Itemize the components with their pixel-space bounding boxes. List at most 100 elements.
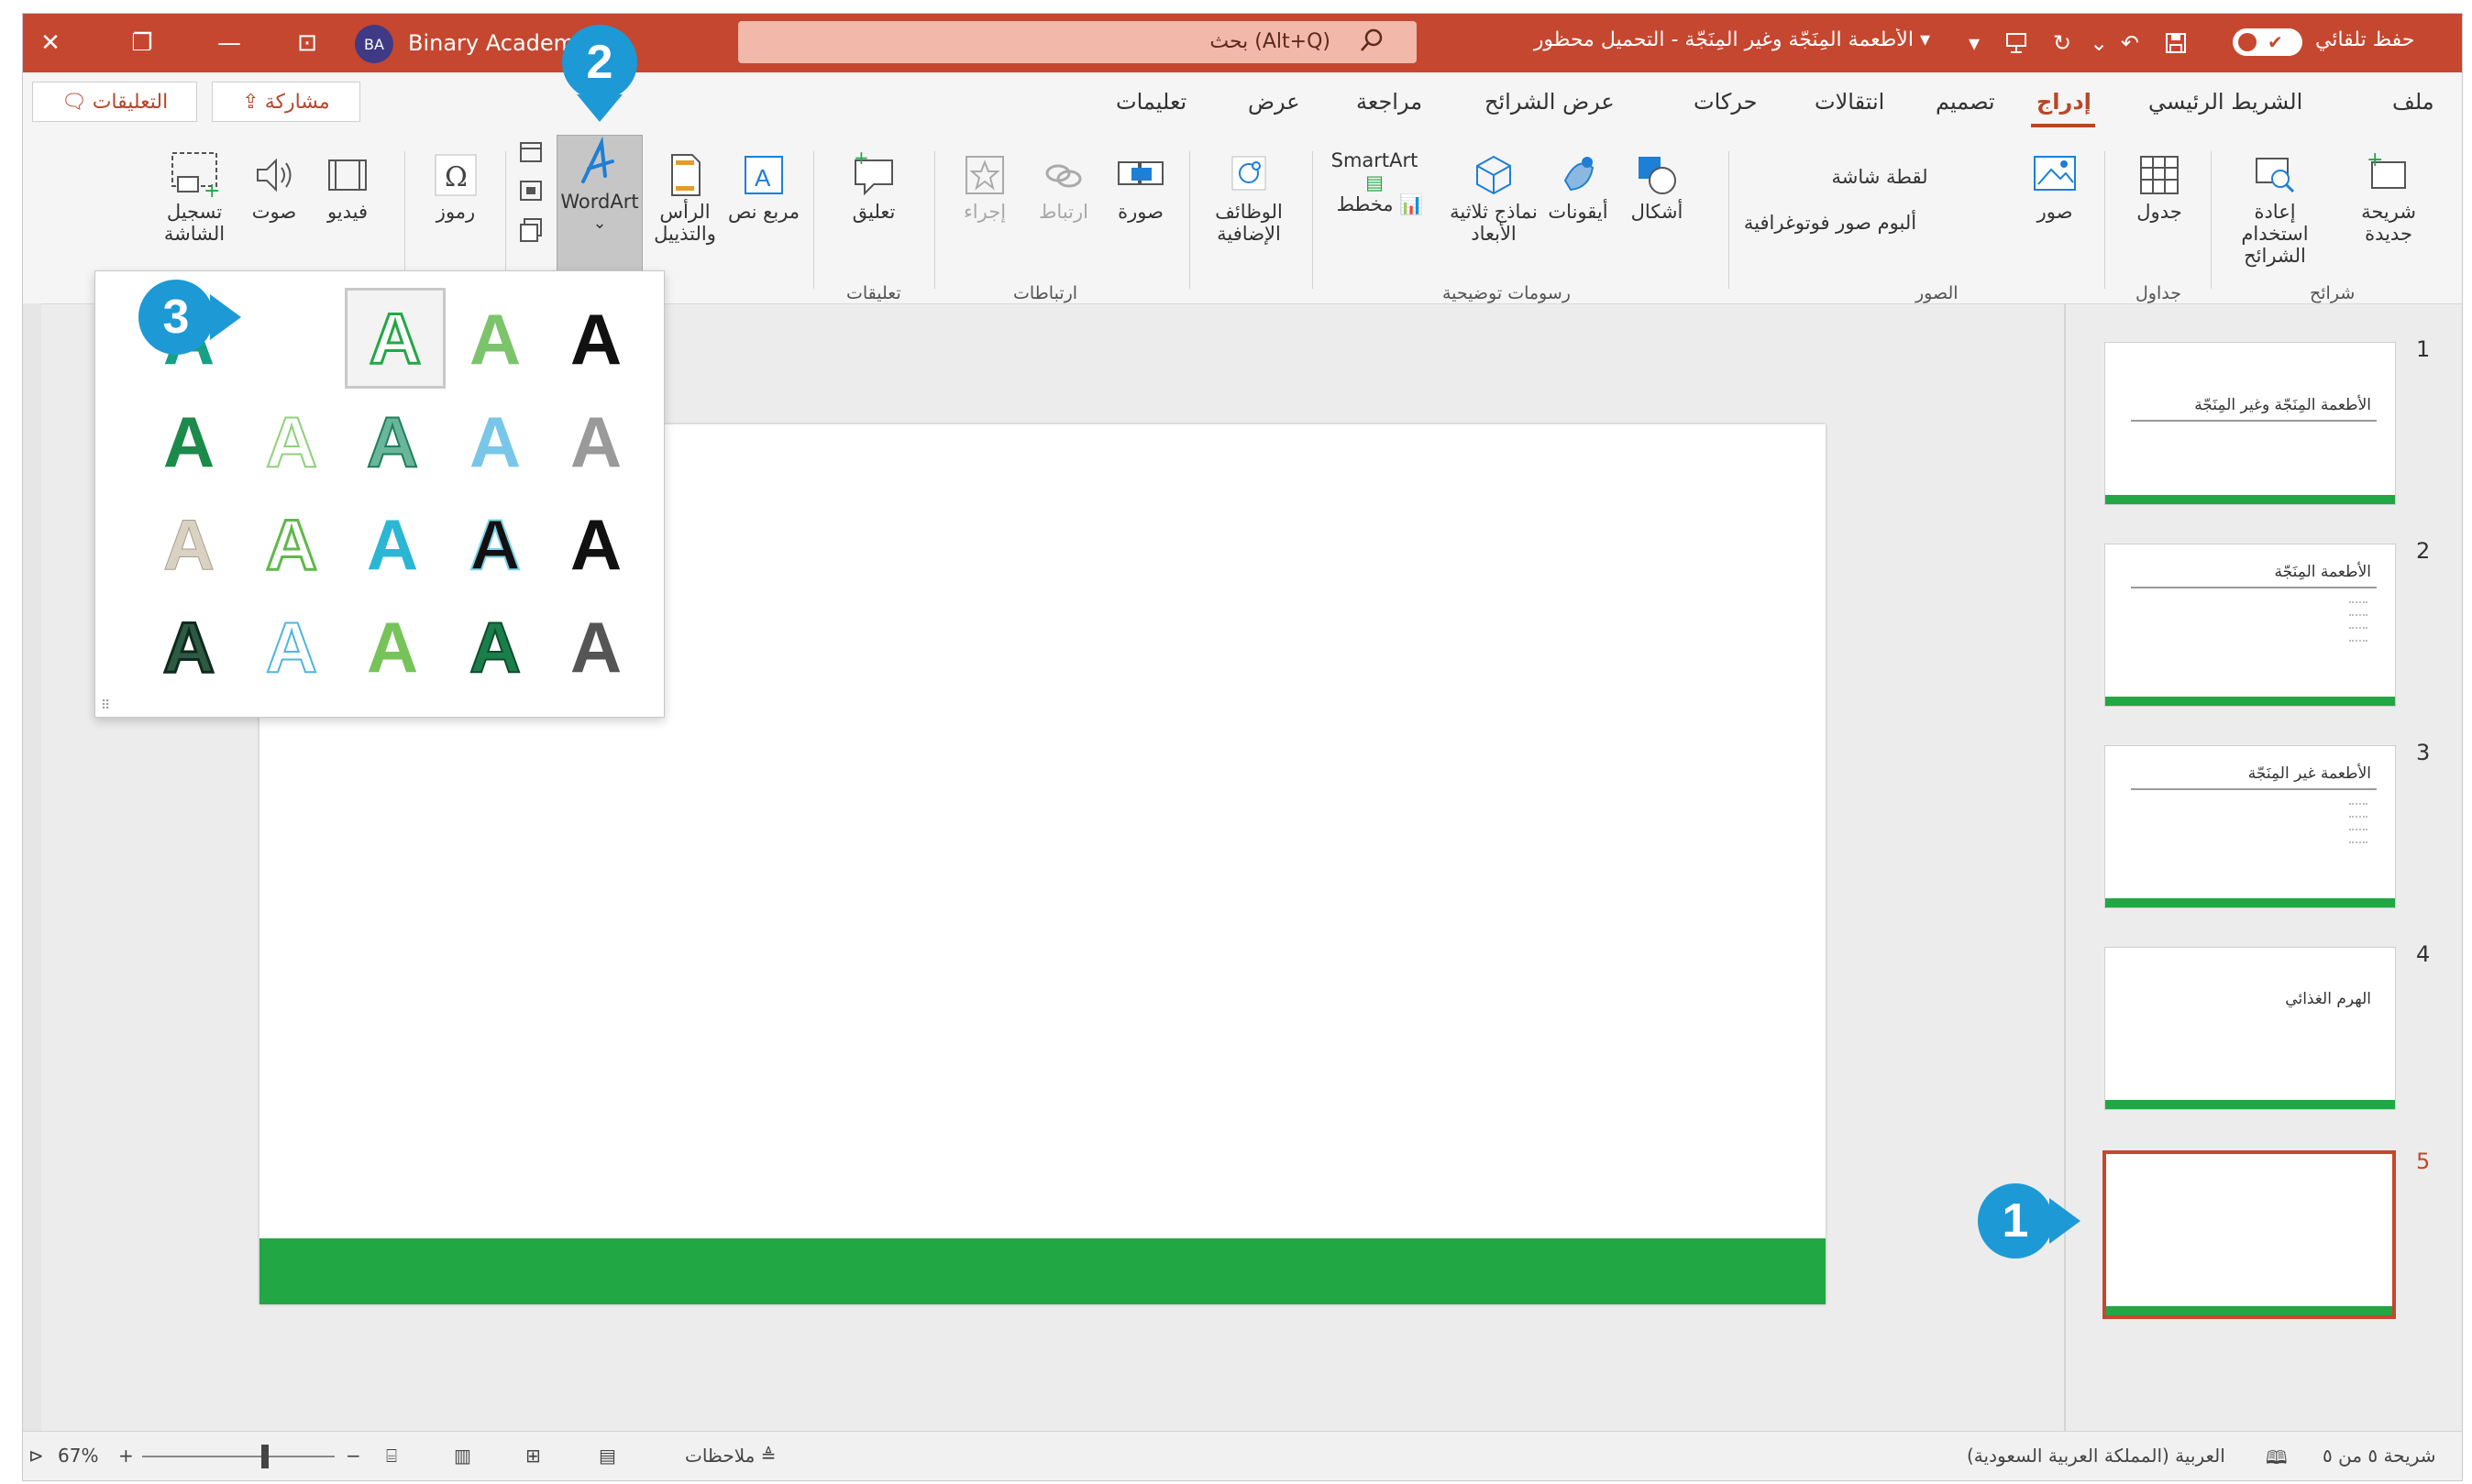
resize-grip-icon[interactable]: ⠿: [101, 698, 110, 713]
link-icon: [1045, 164, 1082, 188]
comments-button[interactable]: 🗨 التعليقات: [32, 82, 197, 122]
wordart-style-1[interactable]: A: [548, 291, 644, 387]
tab-transitions[interactable]: انتقالات: [1815, 89, 1884, 115]
zoom-slider[interactable]: [142, 1456, 335, 1457]
normal-view-icon[interactable]: ▤: [599, 1445, 616, 1467]
wordart-style-18[interactable]: A: [244, 599, 339, 695]
wordart-style-17[interactable]: A: [345, 599, 440, 695]
present-icon[interactable]: [2000, 25, 2033, 61]
3d-models-button[interactable]: نماذج ثلاثية الأبعاد: [1450, 149, 1538, 245]
chart-button[interactable]: مخطط 📊: [1336, 193, 1424, 215]
close-icon[interactable]: ✕: [23, 23, 78, 63]
textbox-button[interactable]: A مربع نص: [727, 149, 800, 223]
table-button[interactable]: جدول: [2123, 149, 2196, 223]
save-icon[interactable]: [2159, 25, 2192, 61]
slide-number-button[interactable]: [514, 177, 547, 209]
slide-thumbnail-5[interactable]: [2102, 1150, 2396, 1319]
wordart-style-13[interactable]: A: [244, 497, 339, 592]
restore-icon[interactable]: ❐: [115, 23, 170, 63]
avatar[interactable]: BA: [355, 25, 393, 63]
wordart-button[interactable]: WordArt ⌄: [557, 135, 643, 274]
comment-button[interactable]: + تعليق: [830, 149, 918, 223]
tab-help[interactable]: تعليمات: [1116, 89, 1186, 115]
symbols-button[interactable]: Ω رموز: [423, 149, 489, 223]
wordart-style-8[interactable]: A: [244, 394, 339, 489]
zoom-level[interactable]: 67%: [58, 1445, 98, 1467]
smartart-button[interactable]: SmartArt ▤: [1325, 149, 1424, 193]
screenshot-button[interactable]: لقطة شاشة: [1811, 166, 1948, 188]
shapes-button[interactable]: أشكال: [1620, 149, 1694, 223]
wordart-style-7[interactable]: A: [345, 394, 440, 489]
dropdown-arrow-icon[interactable]: ⌄: [2082, 25, 2115, 61]
wordart-style-2[interactable]: A: [447, 291, 543, 387]
pictures-button[interactable]: صور: [2018, 149, 2091, 223]
zoom-button[interactable]: صورة: [1101, 149, 1180, 223]
header-footer-button[interactable]: الرأس والتذييل: [646, 149, 723, 245]
reading-view-icon[interactable]: ▥: [454, 1445, 471, 1467]
language-indicator[interactable]: العربية (المملكة العربية السعودية): [1967, 1445, 2225, 1467]
wordart-style-12[interactable]: A: [345, 497, 440, 592]
new-slide-button[interactable]: + شريحة جديدة: [2343, 149, 2434, 245]
wordart-style-6[interactable]: A: [447, 394, 543, 489]
account-name[interactable]: Binary Academ: [408, 30, 575, 56]
date-time-button[interactable]: [514, 138, 547, 170]
share-button[interactable]: ⇪ مشاركة: [212, 82, 360, 122]
undo-icon[interactable]: ↶: [2113, 25, 2146, 61]
wordart-style-19[interactable]: A: [141, 599, 237, 695]
slide-thumbnail-4[interactable]: الهرم الغذائي: [2104, 947, 2396, 1110]
wordart-style-3[interactable]: A: [345, 288, 446, 389]
slideshow-view-icon[interactable]: ⌸: [386, 1445, 397, 1467]
zoom-slider-thumb[interactable]: [261, 1445, 269, 1468]
thumbnail-title: الأطعمة المِنَجّة وغير المِنَجّة: [2194, 396, 2371, 414]
wordart-style-9[interactable]: A: [141, 394, 237, 489]
document-title[interactable]: الأطعمة المِنَجّة وغير المِنَجّة - التحم…: [1453, 28, 1930, 51]
thumbnail-bullet: [2349, 627, 2367, 629]
action-button[interactable]: إجراء: [945, 149, 1024, 223]
audio-button[interactable]: صوت: [241, 149, 307, 223]
video-button[interactable]: فيديو: [315, 149, 381, 223]
reuse-slides-button[interactable]: إعادة استخدام الشرائح: [2220, 149, 2330, 267]
ribbon-display-options-icon[interactable]: ⊡: [280, 23, 335, 63]
thumbnail-bullet: [2349, 640, 2367, 642]
photo-album-button[interactable]: ألبوم صور فوتوغرافية: [1736, 212, 1925, 234]
addins-button[interactable]: الوظائف الإضافية: [1198, 149, 1299, 245]
tab-home[interactable]: الشريط الرئيسي: [2148, 89, 2302, 115]
icons-button[interactable]: أيقونات: [1541, 149, 1615, 223]
autosave-toggle[interactable]: ✔: [2233, 28, 2302, 56]
object-button[interactable]: [514, 215, 547, 247]
wordart-style-14[interactable]: A: [141, 497, 237, 592]
notes-button[interactable]: ملاحظات ≜: [685, 1445, 776, 1467]
wordart-style-16[interactable]: A: [447, 599, 543, 695]
link-button[interactable]: ارتباط: [1024, 149, 1103, 223]
wordart-style-5[interactable]: A: [548, 394, 644, 489]
accessibility-icon[interactable]: 🕮: [2266, 1445, 2288, 1476]
tab-animations[interactable]: حركات: [1694, 89, 1757, 115]
customize-icon[interactable]: ▾: [1958, 25, 1991, 61]
slide-sorter-icon[interactable]: ⊞: [525, 1445, 541, 1467]
tab-view[interactable]: عرض: [1248, 89, 1300, 115]
tab-design[interactable]: تصميم: [1936, 89, 1995, 115]
tables-group-label: جداول: [2135, 283, 2181, 303]
tab-slideshow[interactable]: عرض الشرائح: [1484, 89, 1615, 115]
wordart-style-10[interactable]: A: [548, 497, 644, 592]
wordart-style-15[interactable]: A: [548, 599, 644, 695]
tab-insert[interactable]: إدراج: [2036, 89, 2091, 115]
chart-icon: 📊: [1399, 193, 1424, 215]
slide-thumbnail-3[interactable]: الأطعمة غير المِنَجّة: [2104, 745, 2396, 908]
audio-label: صوت: [251, 201, 297, 223]
fit-slide-icon[interactable]: ⊳: [28, 1445, 44, 1467]
search-input[interactable]: بحث (Alt+Q): [738, 21, 1417, 63]
zoom-in-icon[interactable]: +: [118, 1445, 134, 1467]
slides-pane-separator[interactable]: [2064, 303, 2066, 1431]
slide-thumbnail-2[interactable]: الأطعمة المِنَجّة: [2104, 544, 2396, 707]
symbols-label: رموز: [436, 201, 476, 223]
screen-recording-button[interactable]: + تسجيل الشاشة: [153, 149, 236, 245]
tab-file[interactable]: ملف: [2392, 89, 2434, 115]
wordart-style-11[interactable]: A: [447, 497, 543, 592]
new-comment-icon: +: [854, 149, 893, 196]
minimize-icon[interactable]: —: [202, 23, 257, 63]
slide-thumbnail-1[interactable]: الأطعمة المِنَجّة وغير المِنَجّة: [2104, 342, 2396, 505]
redo-icon[interactable]: ↻: [2046, 25, 2079, 61]
zoom-out-icon[interactable]: −: [346, 1445, 361, 1467]
tab-review[interactable]: مراجعة: [1356, 89, 1422, 115]
